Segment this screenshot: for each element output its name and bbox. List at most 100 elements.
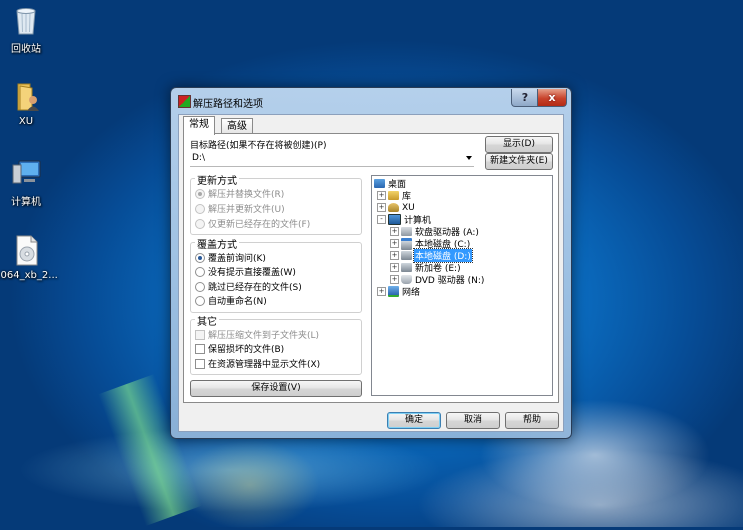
radio-button[interactable] [195, 281, 205, 292]
option-show-in-explorer[interactable]: 在资源管理器中显示文件(X) [195, 357, 320, 370]
user-folder-icon [10, 80, 42, 112]
option-label: 保留损坏的文件(B) [208, 345, 285, 355]
local-disk-icon [401, 263, 412, 272]
update-option-freshen[interactable]: 仅更新已经存在的文件(F) [195, 217, 310, 230]
tree-node-network[interactable]: + 网络 [377, 286, 421, 298]
overwrite-option-ask[interactable]: 覆盖前询问(K) [195, 251, 266, 264]
computer-icon [388, 214, 401, 225]
chevron-down-icon[interactable] [466, 156, 472, 160]
checkbox[interactable] [195, 343, 205, 354]
disc-image-file-icon [10, 234, 42, 266]
expand-icon[interactable]: + [390, 263, 399, 272]
title-bar[interactable]: 解压路径和选项 ? x [171, 88, 571, 114]
desktop-icon-computer[interactable]: 计算机 [0, 157, 58, 208]
update-option-update[interactable]: 解压并更新文件(U) [195, 202, 285, 215]
radio-button[interactable] [195, 295, 205, 306]
recycle-bin-icon [10, 4, 42, 36]
cancel-button[interactable]: 取消 [446, 412, 500, 429]
destination-path-combobox[interactable]: D:\ [190, 152, 474, 167]
extract-options-dialog: 解压路径和选项 ? x 常规 高级 目标路径(如果不存在将被创建)(P) D:\… [170, 87, 572, 439]
option-label: 仅更新已经存在的文件(F) [208, 220, 311, 230]
wallpaper-glow [180, 440, 320, 530]
user-icon [388, 203, 399, 212]
tree-node-desktop[interactable]: 桌面 [374, 178, 407, 190]
desktop-icon-disc-image[interactable]: 1064_xb_2... [0, 234, 58, 281]
option-label: 解压并替换文件(R) [208, 190, 285, 200]
dialog-client-area: 常规 高级 目标路径(如果不存在将被创建)(P) D:\ 显示(D) 新建文件夹… [178, 114, 564, 432]
overwrite-option-skip[interactable]: 跳过已经存在的文件(S) [195, 280, 302, 293]
tree-node-floppy[interactable]: + 软盘驱动器 (A:) [390, 226, 480, 238]
tree-node-drive-d[interactable]: + 本地磁盘 (D:) [390, 248, 473, 263]
option-label: 没有提示直接覆盖(W) [208, 268, 296, 278]
tree-node-dvd[interactable]: + DVD 驱动器 (N:) [390, 274, 485, 286]
expand-icon[interactable]: + [377, 287, 386, 296]
winrar-app-icon [178, 95, 191, 108]
checkbox[interactable] [195, 358, 205, 369]
group-title: 其它 [195, 313, 219, 328]
computer-icon [10, 157, 42, 189]
option-label: 在资源管理器中显示文件(X) [208, 360, 321, 370]
dvd-drive-icon [401, 275, 412, 284]
local-disk-icon [401, 251, 412, 260]
overwrite-option-overwrite[interactable]: 没有提示直接覆盖(W) [195, 265, 296, 278]
library-icon [388, 191, 399, 200]
desktop-icon-label: XU [18, 116, 34, 127]
collapse-icon[interactable]: - [377, 215, 386, 224]
desktop-icon-label: 1064_xb_2... [0, 270, 58, 281]
desktop-icon-label: 计算机 [11, 197, 41, 208]
ok-button[interactable]: 确定 [387, 412, 441, 429]
destination-path-value: D:\ [192, 153, 205, 163]
expand-icon[interactable]: + [377, 203, 386, 212]
group-title: 更新方式 [195, 172, 239, 187]
option-keep-broken-files[interactable]: 保留损坏的文件(B) [195, 342, 284, 355]
show-button[interactable]: 显示(D) [485, 136, 553, 153]
network-icon [388, 286, 399, 297]
expand-icon[interactable]: + [377, 191, 386, 200]
new-folder-button[interactable]: 新建文件夹(E) [485, 153, 553, 170]
radio-button[interactable] [195, 203, 205, 214]
tab-advanced[interactable]: 高级 [221, 118, 253, 134]
tree-node-drive-e[interactable]: + 新加卷 (E:) [390, 262, 462, 274]
tree-node-user[interactable]: + XU [377, 202, 416, 213]
radio-button[interactable] [195, 252, 205, 263]
expand-icon[interactable]: + [390, 227, 399, 236]
option-label: 覆盖前询问(K) [208, 254, 266, 264]
radio-button[interactable] [195, 266, 205, 277]
expand-icon[interactable]: + [390, 239, 399, 248]
tab-general[interactable]: 常规 [183, 116, 215, 135]
desktop-icon-user-folder[interactable]: XU [0, 80, 58, 127]
radio-button[interactable] [195, 218, 205, 229]
group-title: 覆盖方式 [195, 236, 239, 251]
system-disk-icon [401, 237, 412, 250]
update-option-replace[interactable]: 解压并替换文件(R) [195, 187, 284, 200]
update-mode-group: 更新方式 解压并替换文件(R) 解压并更新文件(U) 仅更新已经存在的文件(F) [190, 172, 362, 235]
radio-button[interactable] [195, 188, 205, 199]
destination-path-label: 目标路径(如果不存在将被创建)(P) [190, 141, 327, 151]
tree-node-label: 网络 [402, 288, 421, 298]
overwrite-option-rename[interactable]: 自动重命名(N) [195, 294, 267, 307]
help-button[interactable]: ? [511, 89, 539, 107]
tree-node-computer[interactable]: - 计算机 [377, 214, 432, 226]
close-button[interactable]: x [537, 89, 567, 107]
overwrite-mode-group: 覆盖方式 覆盖前询问(K) 没有提示直接覆盖(W) 跳过已经存在的文件(S) 自… [190, 236, 362, 313]
expand-icon[interactable]: + [390, 275, 399, 284]
help-dialog-button[interactable]: 帮助 [505, 412, 559, 429]
option-label: 解压压缩文件到子文件夹(L) [208, 331, 320, 341]
tree-node-label: XU [402, 202, 415, 213]
desktop-icon-label: 回收站 [11, 44, 41, 55]
expand-icon[interactable]: + [390, 251, 399, 260]
tree-node-library[interactable]: + 库 [377, 190, 412, 202]
save-settings-button[interactable]: 保存设置(V) [190, 380, 362, 397]
floppy-drive-icon [401, 227, 412, 236]
tab-panel-general: 目标路径(如果不存在将被创建)(P) D:\ 显示(D) 新建文件夹(E) 更新… [183, 133, 559, 403]
option-extract-to-subfolder[interactable]: 解压压缩文件到子文件夹(L) [195, 328, 319, 341]
desktop-icon-recycle-bin[interactable]: 回收站 [0, 4, 58, 55]
desktop-icon [374, 179, 385, 188]
checkbox[interactable] [195, 329, 205, 340]
option-label: 自动重命名(N) [208, 297, 267, 307]
tree-node-label: DVD 驱动器 (N:) [415, 276, 485, 286]
tree-node-drive-c[interactable]: + 本地磁盘 (C:) [390, 237, 471, 250]
tree-node-label: 库 [402, 192, 412, 202]
option-label: 跳过已经存在的文件(S) [208, 283, 302, 293]
folder-tree[interactable]: 桌面 + 库 + XU - 计算机 + 软盘驱动器 (A:) + 本地磁盘 (C… [371, 175, 553, 396]
